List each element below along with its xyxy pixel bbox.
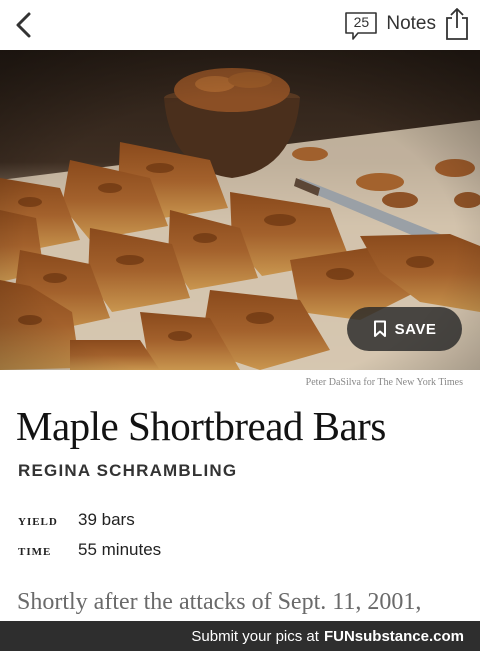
time-row: time 55 minutes: [18, 540, 161, 560]
watermark-brand: FUNsubstance.com: [323, 627, 464, 645]
notes-button[interactable]: 25 Notes: [344, 4, 470, 44]
time-label: time: [18, 543, 52, 559]
recipe-intro: Shortly after the attacks of Sept. 11, 2…: [17, 589, 422, 615]
notes-count: 25: [353, 14, 370, 30]
watermark-footer: Submit your pics at FUNsubstance.com: [0, 621, 480, 651]
top-bar: 25 Notes: [0, 0, 480, 50]
yield-label: yield: [18, 513, 58, 529]
yield-value: 39 bars: [78, 510, 135, 529]
chevron-left-icon[interactable]: [10, 9, 40, 41]
time-value: 55 minutes: [78, 540, 162, 559]
save-button[interactable]: SAVE: [347, 307, 462, 351]
comment-bubble-icon: 25: [344, 11, 378, 40]
bookmark-icon: [373, 320, 386, 337]
share-icon[interactable]: [444, 7, 470, 41]
recipe-title: Maple Shortbread Bars: [16, 403, 386, 449]
notes-label: Notes: [386, 13, 436, 34]
recipe-author[interactable]: REGINA SCHRAMBLING: [18, 461, 237, 481]
recipe-photo: SAVE: [0, 50, 480, 370]
photo-credit: Peter DaSilva for The New York Times: [305, 377, 463, 388]
save-label: SAVE: [394, 320, 437, 338]
yield-row: yield 39 bars: [18, 510, 135, 530]
watermark-text: Submit your pics at: [191, 627, 319, 645]
